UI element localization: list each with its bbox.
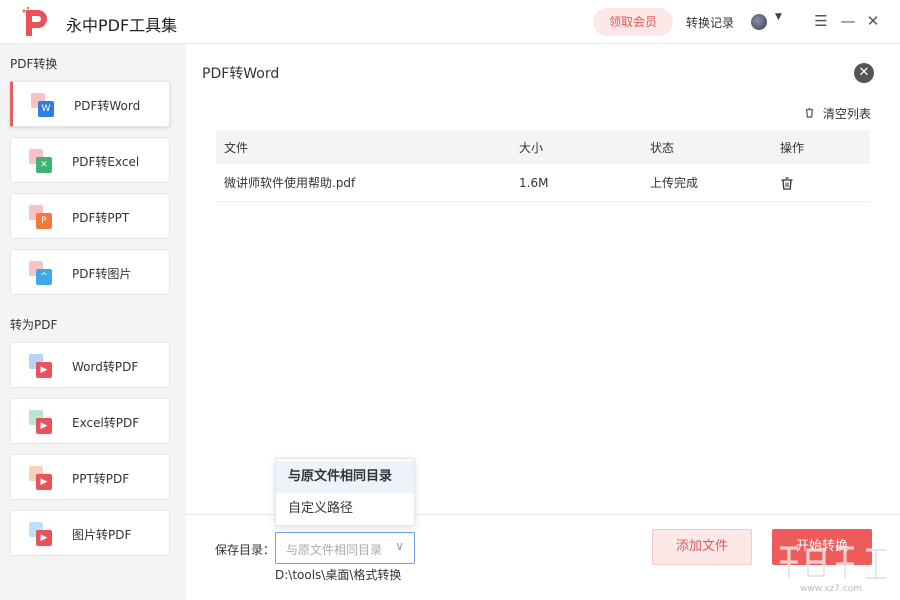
sidebar-item-image-to-pdf[interactable]: ▶ 图片转PDF xyxy=(10,510,170,556)
chevron-down-icon[interactable]: ▼ xyxy=(775,12,782,22)
close-icon[interactable]: ✕ xyxy=(864,11,882,31)
watermark: www.xz7.com xyxy=(774,540,898,598)
save-path: D:\tools\桌面\格式转换 xyxy=(275,566,401,583)
sidebar-item-word-to-pdf[interactable]: ▶ Word转PDF xyxy=(10,342,170,388)
trash-icon[interactable] xyxy=(780,176,794,190)
avatar[interactable] xyxy=(751,14,767,30)
save-dir-label: 保存目录： xyxy=(215,541,275,558)
dropdown-option-custom-path[interactable]: 自定义路径 xyxy=(276,493,414,525)
sidebar-item-label: PPT转PDF xyxy=(72,470,129,487)
add-files-button[interactable]: 添加文件 xyxy=(652,529,752,565)
close-panel-icon[interactable]: ✕ xyxy=(854,63,874,83)
save-dir-select[interactable]: 与原文件相同目录 ∨ xyxy=(275,532,415,564)
clear-list-button[interactable]: 清空列表 xyxy=(804,105,871,122)
excel-to-pdf-icon: ▶ xyxy=(29,410,53,434)
image-icon: ^ xyxy=(29,261,53,285)
ppt-to-pdf-icon: ▶ xyxy=(29,466,53,490)
chevron-down-icon: ∨ xyxy=(395,539,404,553)
sidebar-item-label: PDF转PPT xyxy=(72,209,129,226)
clear-list-label: 清空列表 xyxy=(823,107,871,121)
sidebar-item-label: 图片转PDF xyxy=(72,526,131,543)
sidebar-item-excel-to-pdf[interactable]: ▶ Excel转PDF xyxy=(10,398,170,444)
sidebar-item-pdf-to-word[interactable]: W PDF转Word xyxy=(10,81,170,127)
file-name: 微讲师软件使用帮助.pdf xyxy=(224,164,355,201)
section-label-to-pdf: 转为PDF xyxy=(10,316,57,333)
sidebar-item-pdf-to-image[interactable]: ^ PDF转图片 xyxy=(10,249,170,295)
title-bar: 永中PDF工具集 领取会员 转换记录 ▼ ☰ — ✕ xyxy=(0,0,900,44)
sidebar: PDF转换 W PDF转Word ✕ PDF转Excel P PDF转PPT ^… xyxy=(0,44,186,600)
section-label-from-pdf: PDF转换 xyxy=(10,55,57,72)
file-size: 1.6M xyxy=(519,164,548,201)
delete-file-button[interactable] xyxy=(780,164,794,201)
sidebar-item-label: Word转PDF xyxy=(72,358,138,375)
image-to-pdf-icon: ▶ xyxy=(29,522,53,546)
ppt-icon: P xyxy=(29,205,53,229)
menu-icon[interactable]: ☰ xyxy=(812,11,830,31)
header-size: 大小 xyxy=(519,130,543,164)
vip-button[interactable]: 领取会员 xyxy=(593,8,673,36)
table-header: 文件 大小 状态 操作 xyxy=(216,130,870,164)
history-link[interactable]: 转换记录 xyxy=(686,14,734,31)
app-title: 永中PDF工具集 xyxy=(66,12,177,36)
sidebar-item-pdf-to-excel[interactable]: ✕ PDF转Excel xyxy=(10,137,170,183)
excel-icon: ✕ xyxy=(29,149,53,173)
watermark-text: www.xz7.com xyxy=(800,584,862,594)
sidebar-item-label: PDF转图片 xyxy=(72,265,131,282)
file-table: 文件 大小 状态 操作 微讲师软件使用帮助.pdf 1.6M 上传完成 xyxy=(216,130,870,202)
word-to-pdf-icon: ▶ xyxy=(29,354,53,378)
file-status: 上传完成 xyxy=(650,164,698,201)
sidebar-item-ppt-to-pdf[interactable]: ▶ PPT转PDF xyxy=(10,454,170,500)
sidebar-item-label: PDF转Word xyxy=(74,97,140,114)
minimize-icon[interactable]: — xyxy=(839,11,857,31)
header-status: 状态 xyxy=(650,130,674,164)
save-location-dropdown-menu: 与原文件相同目录 自定义路径 xyxy=(275,458,415,526)
app-logo-icon xyxy=(20,6,54,38)
sidebar-item-pdf-to-ppt[interactable]: P PDF转PPT xyxy=(10,193,170,239)
watermark-logo-icon xyxy=(774,540,898,586)
word-icon: W xyxy=(31,93,55,117)
table-row: 微讲师软件使用帮助.pdf 1.6M 上传完成 xyxy=(216,164,870,202)
dropdown-option-same-dir[interactable]: 与原文件相同目录 xyxy=(276,461,414,493)
sidebar-item-label: Excel转PDF xyxy=(72,414,139,431)
header-action: 操作 xyxy=(780,130,804,164)
sidebar-item-label: PDF转Excel xyxy=(72,153,139,170)
header-file: 文件 xyxy=(224,130,248,164)
panel-title: PDF转Word xyxy=(202,63,279,83)
trash-icon xyxy=(804,107,815,118)
save-dir-value: 与原文件相同目录 xyxy=(286,541,382,558)
